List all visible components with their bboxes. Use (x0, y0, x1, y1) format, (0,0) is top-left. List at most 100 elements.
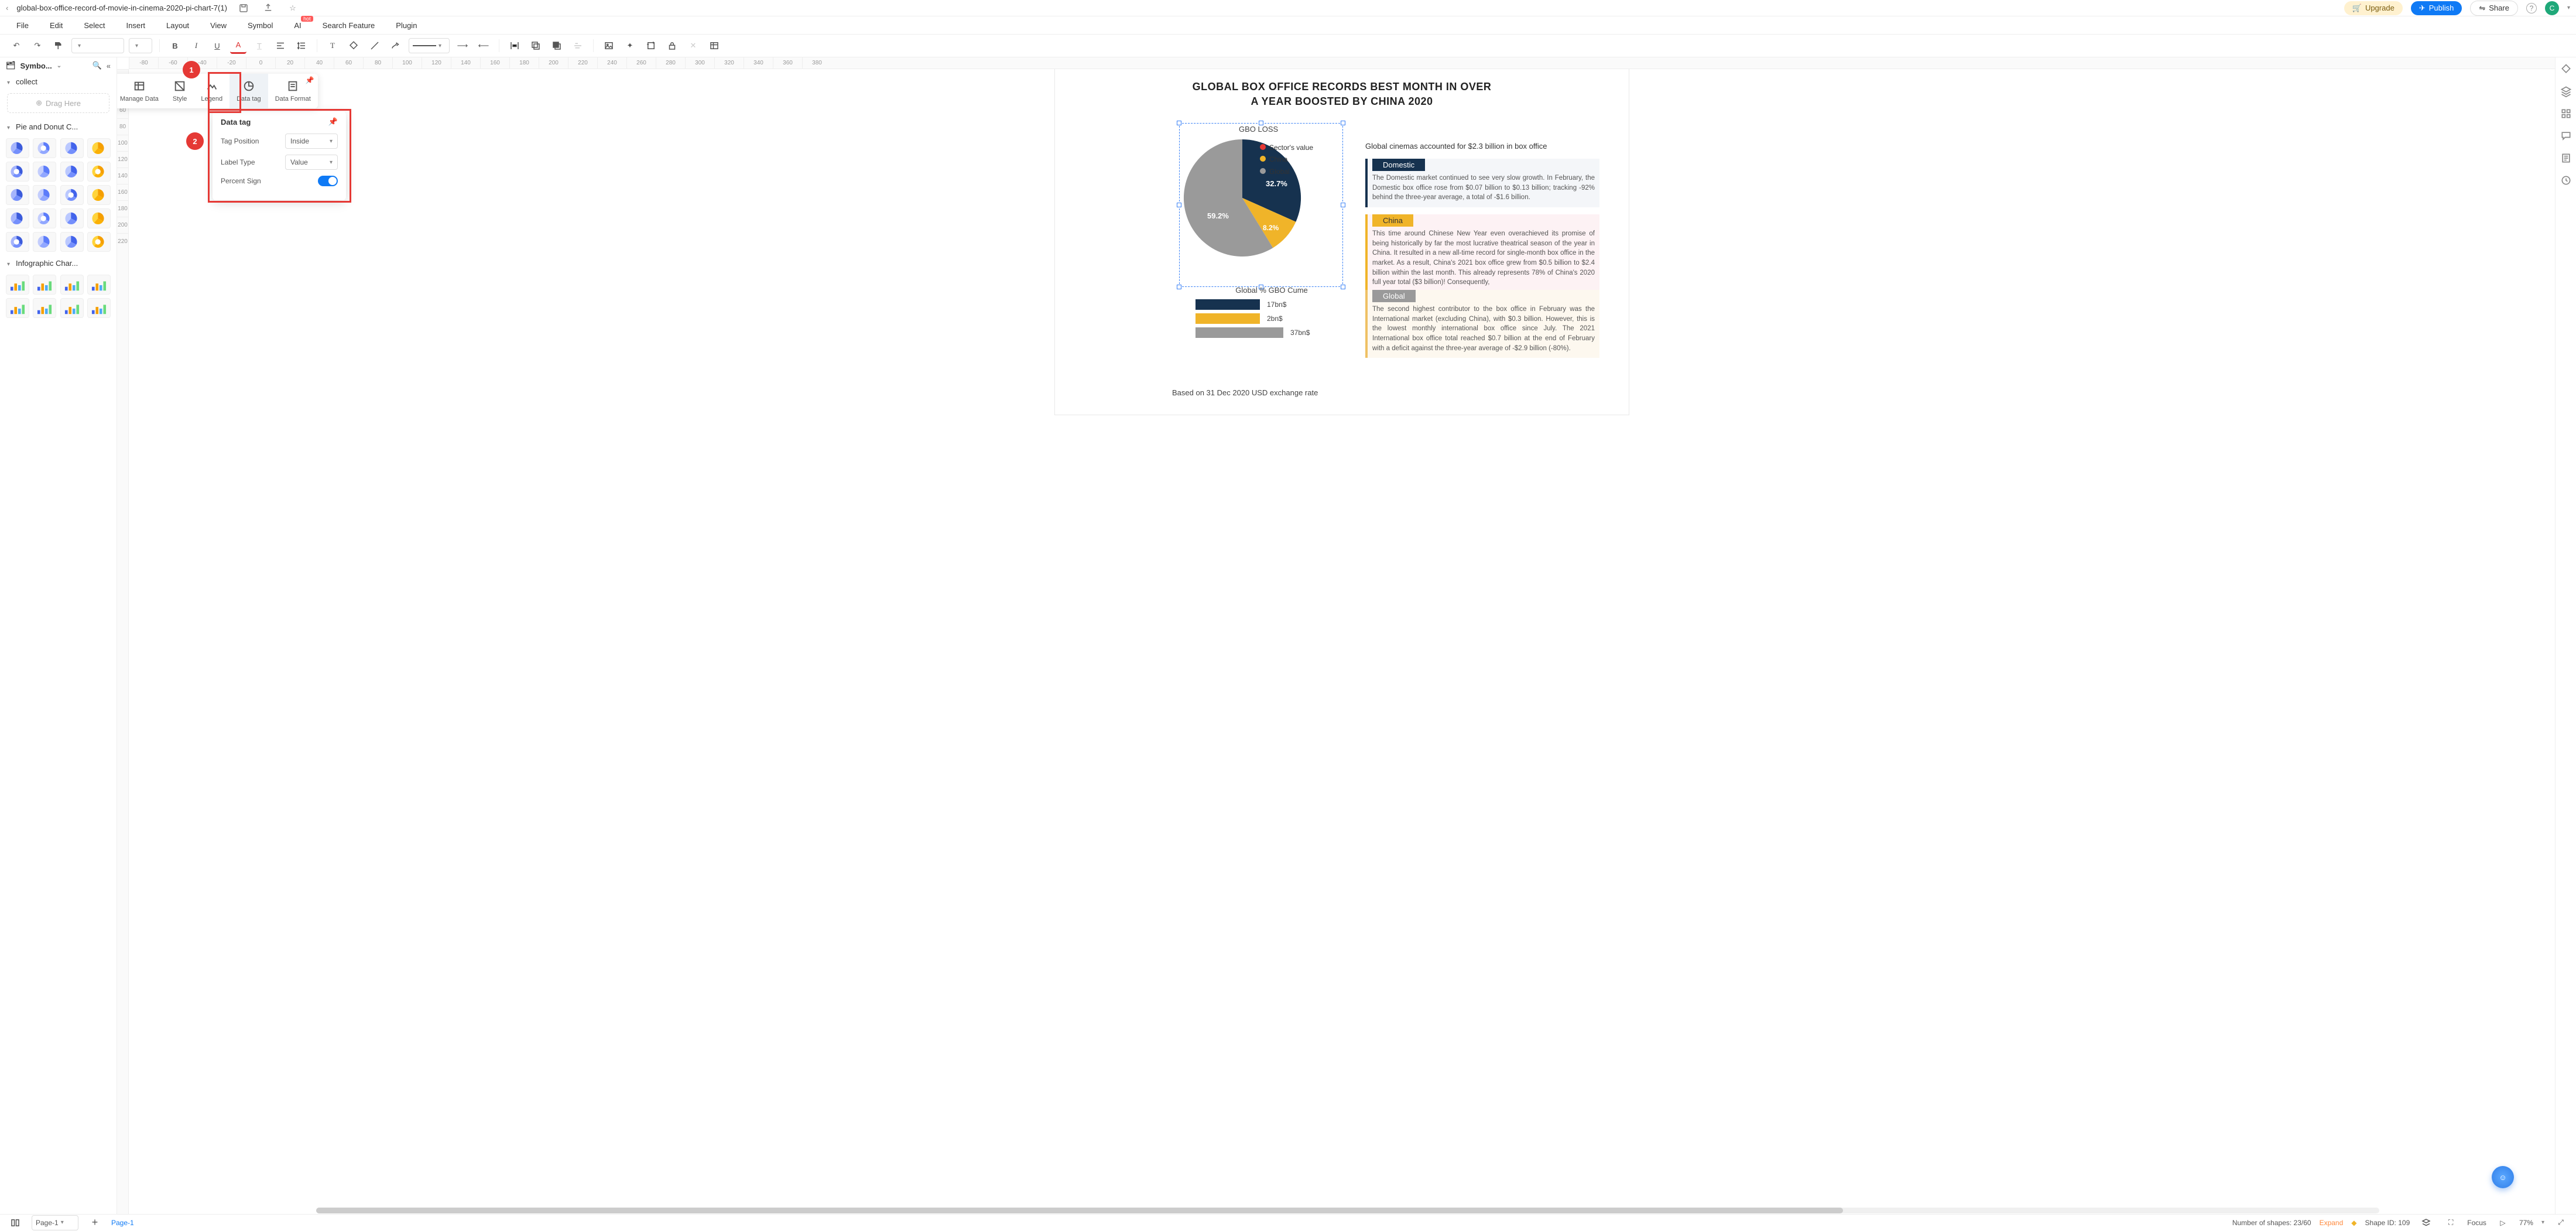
chart-thumb[interactable] (87, 275, 111, 295)
menu-layout[interactable]: Layout (166, 21, 189, 30)
redo-icon[interactable]: ↷ (29, 37, 46, 54)
chart-thumb[interactable] (87, 138, 111, 158)
diamond-icon[interactable] (2560, 63, 2572, 75)
distribute-icon[interactable] (506, 37, 523, 54)
section-collect[interactable]: collect (0, 74, 117, 90)
chart-thumb[interactable] (6, 232, 29, 252)
export-icon[interactable] (260, 0, 276, 16)
lock-icon[interactable] (664, 37, 680, 54)
image-icon[interactable] (601, 37, 617, 54)
upgrade-button[interactable]: 🛒 Upgrade (2344, 1, 2403, 15)
fit-icon[interactable]: ⛶ (2443, 1215, 2459, 1231)
effects-icon[interactable]: ✦ (622, 37, 638, 54)
chart-thumb[interactable] (60, 275, 84, 295)
italic-icon[interactable]: I (188, 37, 204, 54)
font-select[interactable]: ▾ (71, 38, 124, 53)
chart-thumb[interactable] (87, 162, 111, 182)
play-icon[interactable]: ▷ (2495, 1215, 2511, 1231)
menu-edit[interactable]: Edit (50, 21, 63, 30)
menu-file[interactable]: File (16, 21, 29, 30)
ft-manage-data[interactable]: Manage Data (117, 74, 166, 108)
chart-thumb[interactable] (60, 138, 84, 158)
chart-thumb[interactable] (6, 208, 29, 228)
add-page-button[interactable]: + (87, 1215, 103, 1231)
chart-thumb[interactable] (87, 185, 111, 205)
chart-thumb[interactable] (6, 185, 29, 205)
chart-thumb[interactable] (33, 298, 56, 318)
library-chevron-icon[interactable]: ⌄ (57, 63, 61, 69)
assistant-fab[interactable]: ☺ (2492, 1166, 2514, 1188)
chart-thumb[interactable] (87, 232, 111, 252)
text-tool-icon[interactable]: T (324, 37, 341, 54)
menu-symbol[interactable]: Symbol (248, 21, 273, 30)
chart-thumb[interactable] (87, 208, 111, 228)
chart-thumb[interactable] (6, 275, 29, 295)
share-button[interactable]: ⇋ Share (2470, 1, 2518, 16)
undo-icon[interactable]: ↶ (8, 37, 25, 54)
menu-plugin[interactable]: Plugin (396, 21, 417, 30)
align-objects-icon[interactable] (570, 37, 586, 54)
bold-icon[interactable]: B (167, 37, 183, 54)
chart-thumb[interactable] (33, 232, 56, 252)
pin-icon[interactable]: 📌 (306, 76, 314, 84)
save-icon[interactable] (235, 0, 252, 16)
comment-icon[interactable] (2560, 130, 2572, 142)
page-select[interactable]: Page-1▾ (32, 1215, 78, 1230)
chart-thumb[interactable] (60, 298, 84, 318)
chart-thumb[interactable] (60, 232, 84, 252)
underline-icon[interactable]: U (209, 37, 225, 54)
chart-thumb[interactable] (87, 298, 111, 318)
publish-button[interactable]: ✈ Publish (2411, 1, 2462, 15)
horizontal-scrollbar[interactable] (316, 1208, 2379, 1213)
crop-icon[interactable] (643, 37, 659, 54)
line-style-select[interactable]: ▾ (409, 38, 450, 53)
menu-search-feature[interactable]: Search Feature (323, 21, 375, 30)
line-color-icon[interactable] (366, 37, 383, 54)
arrow-start-icon[interactable]: ⟶ (454, 37, 471, 54)
back-icon[interactable]: ‹ (6, 4, 8, 12)
chart-thumb[interactable] (33, 138, 56, 158)
tools-icon[interactable]: ✕ (685, 37, 701, 54)
chart-thumb[interactable] (6, 162, 29, 182)
connector-icon[interactable] (388, 37, 404, 54)
chart-thumb[interactable] (60, 208, 84, 228)
align-left-icon[interactable] (272, 37, 289, 54)
layers-status-icon[interactable] (2418, 1215, 2434, 1231)
arrow-end-icon[interactable]: ⟵ (475, 37, 492, 54)
menu-view[interactable]: View (210, 21, 227, 30)
send-back-icon[interactable] (527, 37, 544, 54)
chart-thumb[interactable] (6, 138, 29, 158)
table-icon[interactable] (706, 37, 722, 54)
canvas-page[interactable]: GLOBAL BOX OFFICE RECORDS BEST MONTH IN … (1055, 69, 1629, 415)
chart-thumb[interactable] (6, 298, 29, 318)
chart-thumb[interactable] (33, 208, 56, 228)
chart-thumb[interactable] (60, 162, 84, 182)
page-tab[interactable]: Page-1 (111, 1219, 134, 1227)
fill-icon[interactable] (345, 37, 362, 54)
chart-thumb[interactable] (33, 162, 56, 182)
font-color-icon[interactable]: A (230, 37, 246, 54)
help-icon[interactable]: ? (2526, 3, 2537, 13)
ft-style[interactable]: Style (166, 74, 194, 108)
focus-label[interactable]: Focus (2467, 1219, 2486, 1227)
star-icon[interactable]: ☆ (285, 0, 301, 16)
avatar[interactable]: C (2545, 1, 2559, 15)
menu-insert[interactable]: Insert (126, 21, 146, 30)
bring-front-icon[interactable] (549, 37, 565, 54)
section-pie[interactable]: Pie and Donut C... (0, 119, 117, 135)
note-icon[interactable] (2560, 152, 2572, 164)
avatar-chevron-icon[interactable]: ▾ (2567, 5, 2570, 11)
drag-here-zone[interactable]: ⊕ Drag Here (7, 93, 109, 113)
chart-thumb[interactable] (33, 185, 56, 205)
font-size-select[interactable]: ▾ (129, 38, 152, 53)
page-list-icon[interactable] (7, 1215, 23, 1231)
expand-link[interactable]: Expand (2320, 1219, 2344, 1227)
menu-select[interactable]: Select (84, 21, 105, 30)
zoom-level[interactable]: 77% (2519, 1219, 2533, 1227)
chart-thumb[interactable] (33, 275, 56, 295)
format-painter-icon[interactable] (50, 37, 67, 54)
layers-icon[interactable] (2560, 86, 2572, 97)
text-height-icon[interactable]: T̲ (251, 37, 268, 54)
grid-icon[interactable] (2560, 108, 2572, 119)
section-infographic[interactable]: Infographic Char... (0, 255, 117, 271)
